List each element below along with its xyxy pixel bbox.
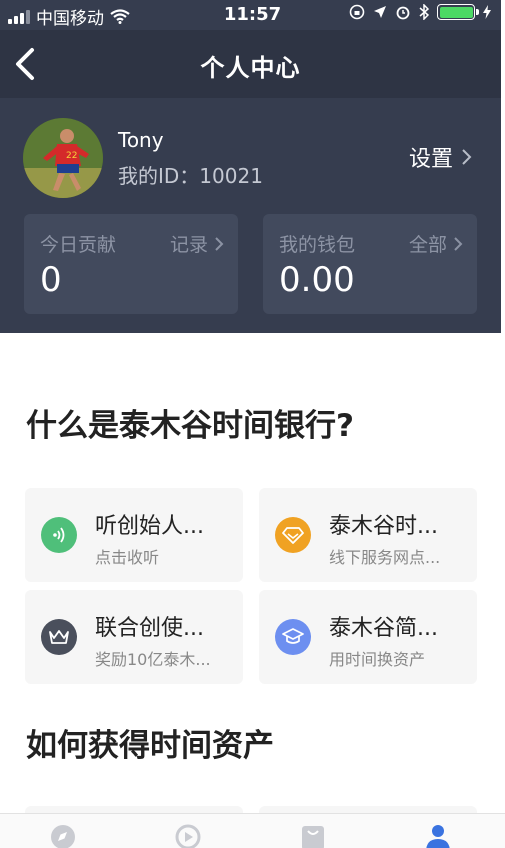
all-link-label: 全部 — [408, 234, 447, 256]
battery-icon — [437, 4, 479, 20]
bluetooth-icon — [419, 4, 429, 20]
graduation-cap-icon — [275, 619, 311, 655]
all-link[interactable]: 全部 — [409, 230, 463, 257]
tile-subtitle: 点击收听 — [95, 548, 160, 567]
alarm-icon — [396, 6, 410, 20]
svg-text:22: 22 — [66, 151, 77, 161]
profile-summary: 22 Tony 我的ID：10021 设置 — [0, 98, 501, 208]
tile-title: 泰木谷简... — [329, 616, 438, 641]
avatar[interactable]: 22 — [23, 118, 103, 198]
settings-button[interactable]: 设置 — [409, 141, 473, 173]
tab-bar — [0, 813, 505, 848]
card-label: 今日贡献 — [40, 234, 117, 256]
section-title: 如何获得时间资产 — [26, 728, 274, 764]
tile-title: 泰木谷时... — [329, 514, 438, 539]
chevron-right-icon — [215, 236, 224, 251]
chevron-right-icon — [454, 236, 463, 251]
chevron-right-icon — [462, 149, 472, 165]
tile-subtitle: 线下服务网点... — [329, 548, 441, 567]
list-item-introduction[interactable]: 泰木谷简... 用时间换资产 — [259, 590, 477, 684]
navigation-bar: 个人中心 — [0, 30, 501, 98]
page-title: 个人中心 — [200, 54, 301, 82]
wallet-card[interactable]: 我的钱包 全部 0.00 — [263, 214, 477, 314]
tile-subtitle: 用时间换资产 — [329, 650, 426, 669]
charging-icon — [483, 5, 491, 19]
profile-header: 中国移动 11:57 个人中心 22 Tony 我的ID：10021 设置 今日… — [0, 0, 501, 333]
wallet-balance: 0.00 — [279, 260, 355, 300]
status-bar: 中国移动 11:57 — [0, 0, 501, 30]
tile-subtitle: 奖励10亿泰木... — [95, 650, 211, 669]
user-name: Tony — [118, 128, 164, 152]
section-title: 什么是泰木谷时间银行? — [26, 408, 354, 444]
records-link-label: 记录 — [169, 234, 208, 256]
settings-label: 设置 — [408, 147, 453, 172]
list-item-service-points[interactable]: 泰木谷时... 线下服务网点... — [259, 488, 477, 582]
bag-icon[interactable] — [298, 822, 328, 848]
compass-icon[interactable] — [48, 822, 78, 848]
tile-title: 听创始人... — [95, 514, 204, 539]
location-icon — [374, 6, 386, 18]
audio-icon — [41, 517, 77, 553]
diamond-icon — [275, 517, 311, 553]
card-label: 我的钱包 — [279, 234, 356, 256]
tile-title: 联合创使... — [95, 616, 204, 641]
list-item-co-founder[interactable]: 联合创使... 奖励10亿泰木... — [25, 590, 243, 684]
today-contribution-card[interactable]: 今日贡献 记录 0 — [24, 214, 238, 314]
user-id: 我的ID：10021 — [118, 164, 263, 188]
profile-icon[interactable] — [423, 822, 453, 848]
contribution-value: 0 — [40, 260, 62, 300]
crown-icon — [41, 619, 77, 655]
list-item-founder-audio[interactable]: 听创始人... 点击收听 — [25, 488, 243, 582]
orientation-lock-icon — [349, 4, 365, 20]
records-link[interactable]: 记录 — [170, 230, 224, 257]
play-icon[interactable] — [173, 822, 203, 848]
